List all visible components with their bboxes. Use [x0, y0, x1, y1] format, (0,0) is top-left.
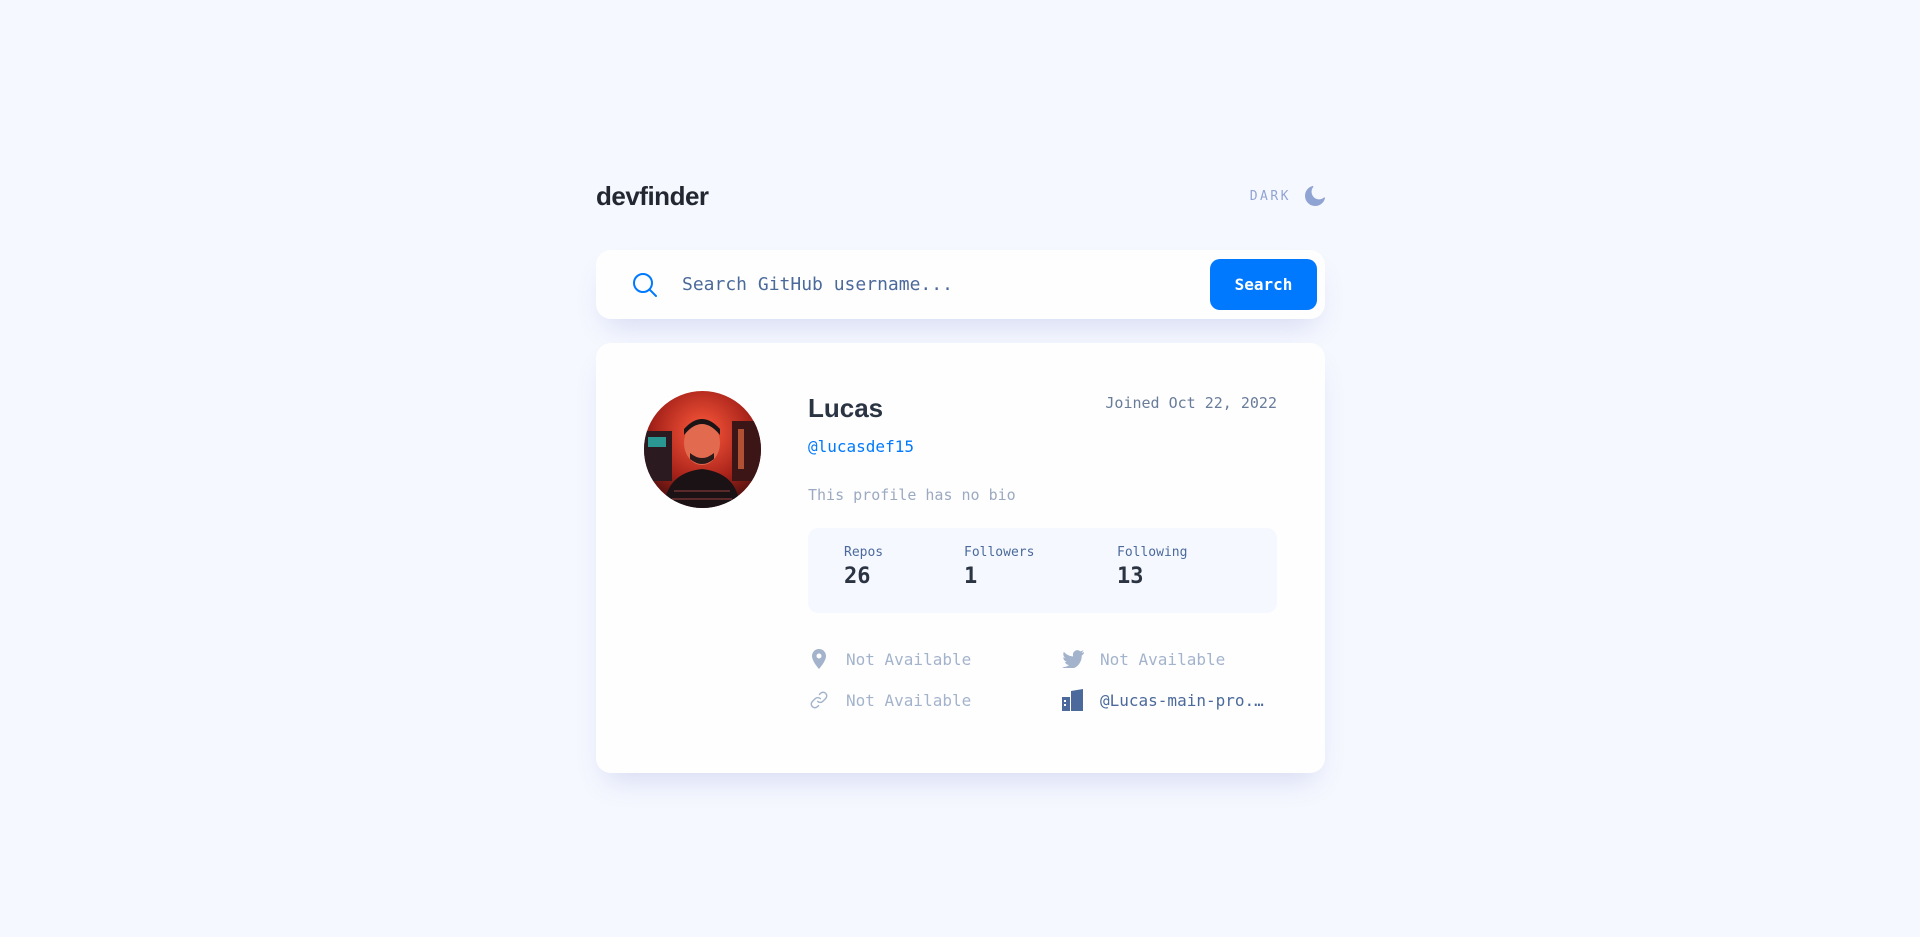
website-text: Not Available [846, 690, 972, 710]
profile-bio: This profile has no bio [808, 486, 1016, 504]
company-icon [1062, 689, 1084, 711]
profile-links: Not Available Not Available Not Availabl… [808, 648, 1277, 711]
stat-value: 26 [844, 564, 871, 589]
devfinder-app: devfinder DARK Search GitHub username...… [596, 178, 1325, 773]
app-logo: devfinder [596, 180, 709, 211]
website-link-icon [808, 689, 830, 711]
location-text: Not Available [846, 649, 972, 669]
joined-date: Joined Oct 22, 2022 [1105, 394, 1277, 412]
moon-icon [1305, 186, 1325, 206]
company-text[interactable]: @Lucas-main-pro... [1100, 691, 1270, 710]
stat-repos: Repos 26 [844, 545, 964, 613]
stat-label: Repos [844, 545, 884, 560]
search-input[interactable] [682, 274, 1210, 295]
profile-card: Lucas Joined Oct 22, 2022 @lucasdef15 Th… [596, 343, 1325, 773]
stat-label: Following [1117, 545, 1188, 560]
theme-toggle[interactable]: DARK [1250, 186, 1325, 206]
search-icon [632, 272, 658, 298]
website-item: Not Available [808, 689, 1062, 711]
twitter-icon [1062, 648, 1084, 670]
avatar [644, 391, 761, 508]
stat-value: 13 [1117, 564, 1144, 589]
stat-value: 1 [964, 564, 978, 589]
twitter-item: Not Available [1062, 648, 1277, 670]
name-row: Lucas Joined Oct 22, 2022 [808, 391, 1277, 425]
stats-panel: Repos 26 Followers 1 Following 13 [808, 528, 1277, 613]
theme-toggle-label: DARK [1249, 188, 1291, 204]
stat-followers: Followers 1 [964, 545, 1117, 613]
stat-label: Followers [964, 545, 1035, 560]
profile-name: Lucas [808, 393, 884, 423]
location-item: Not Available [808, 648, 1062, 670]
header: devfinder DARK [596, 178, 1325, 214]
company-item: @Lucas-main-pro... [1062, 689, 1277, 711]
profile-content: Lucas Joined Oct 22, 2022 @lucasdef15 Th… [808, 391, 1277, 711]
search-bar: Search [596, 250, 1325, 319]
twitter-text: Not Available [1100, 649, 1226, 669]
search-button[interactable]: Search [1210, 259, 1317, 310]
profile-login-link[interactable]: @lucasdef15 [808, 437, 914, 456]
stat-following: Following 13 [1117, 545, 1187, 613]
location-icon [808, 648, 830, 670]
